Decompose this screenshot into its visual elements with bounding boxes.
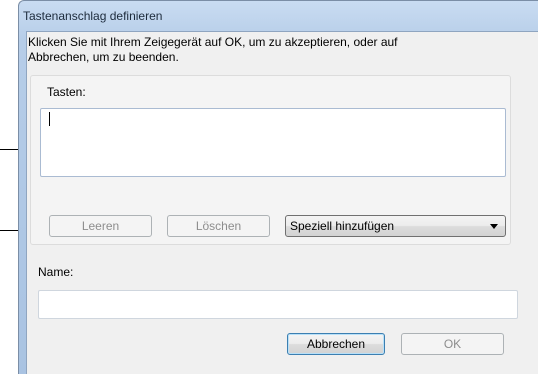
- name-label: Name:: [38, 265, 74, 279]
- special-add-dropdown[interactable]: Speziell hinzufügen: [285, 215, 506, 237]
- screenshot-stage: Tastenanschlag definieren Klicken Sie mi…: [0, 0, 538, 374]
- instruction-line-1: Klicken Sie mit Ihrem Zeigegerät auf OK,…: [28, 35, 398, 49]
- title-bar[interactable]: Tastenanschlag definieren: [19, 1, 538, 31]
- instruction-text: Klicken Sie mit Ihrem Zeigegerät auf OK,…: [28, 35, 528, 65]
- keys-input[interactable]: [40, 108, 506, 177]
- clear-button[interactable]: Leeren: [49, 215, 152, 237]
- ok-button[interactable]: OK: [401, 333, 504, 355]
- window-title: Tastenanschlag definieren: [23, 9, 163, 23]
- text-caret: [49, 112, 50, 126]
- keys-label: Tasten:: [47, 85, 86, 99]
- dialog-window: Tastenanschlag definieren Klicken Sie mi…: [18, 0, 538, 374]
- cancel-button[interactable]: Abbrechen: [287, 333, 385, 355]
- special-add-selected: Speziell hinzufügen: [290, 219, 395, 233]
- instruction-line-2: Abbrechen, um zu beenden.: [28, 50, 179, 64]
- name-input[interactable]: [38, 290, 518, 319]
- chevron-down-icon[interactable]: [490, 224, 498, 229]
- delete-button[interactable]: Löschen: [167, 215, 270, 237]
